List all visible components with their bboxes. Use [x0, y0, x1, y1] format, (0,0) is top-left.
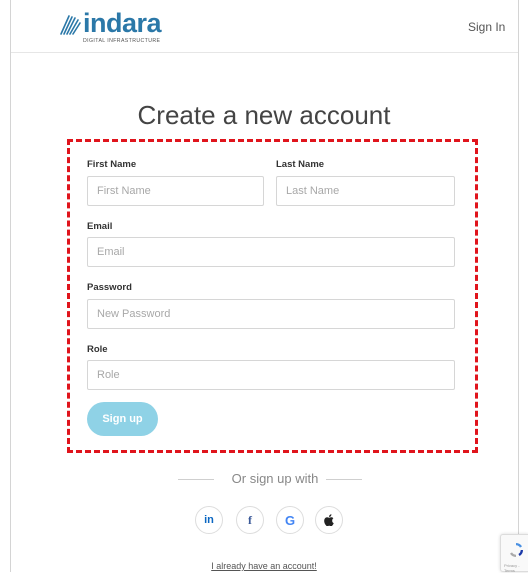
page-title: Create a new account — [137, 100, 391, 130]
divider-line-left — [178, 479, 214, 480]
email-input[interactable] — [87, 237, 455, 267]
password-input[interactable] — [87, 299, 455, 329]
indara-logo[interactable]: indara DIGITAL INFRASTRUCTURE — [59, 8, 189, 46]
sign-up-button[interactable]: Sign up — [87, 402, 158, 436]
recaptcha-icon — [510, 543, 523, 557]
apple-icon — [324, 514, 334, 526]
first-name-label: First Name — [87, 159, 137, 170]
last-name-label: Last Name — [276, 159, 325, 170]
social-divider-text: Or sign up with — [231, 471, 319, 486]
linkedin-icon: in — [204, 514, 214, 526]
linkedin-button[interactable]: in — [195, 506, 223, 534]
divider-line-right — [326, 479, 362, 480]
frame-border-left — [10, 0, 11, 572]
role-label: Role — [87, 344, 108, 355]
sign-in-link[interactable]: Sign In — [468, 20, 505, 34]
password-label: Password — [87, 282, 132, 293]
facebook-icon: f — [248, 512, 252, 527]
top-header: indara DIGITAL INFRASTRUCTURE Sign In — [11, 0, 518, 53]
google-button[interactable]: G — [276, 506, 304, 534]
logo-wordmark: indara — [83, 8, 162, 38]
facebook-button[interactable]: f — [236, 506, 264, 534]
email-label: Email — [87, 221, 113, 232]
last-name-input[interactable] — [276, 176, 455, 206]
indara-logo-icon — [60, 15, 81, 35]
apple-button[interactable] — [315, 506, 343, 534]
recaptcha-badge[interactable]: Privacy - Terms — [500, 534, 528, 573]
frame-border-right — [518, 0, 519, 572]
already-have-account-link[interactable]: I already have an account! — [0, 561, 528, 571]
google-icon: G — [284, 512, 296, 528]
logo-tagline: DIGITAL INFRASTRUCTURE — [83, 38, 161, 44]
first-name-input[interactable] — [87, 176, 264, 206]
role-input[interactable] — [87, 360, 455, 390]
